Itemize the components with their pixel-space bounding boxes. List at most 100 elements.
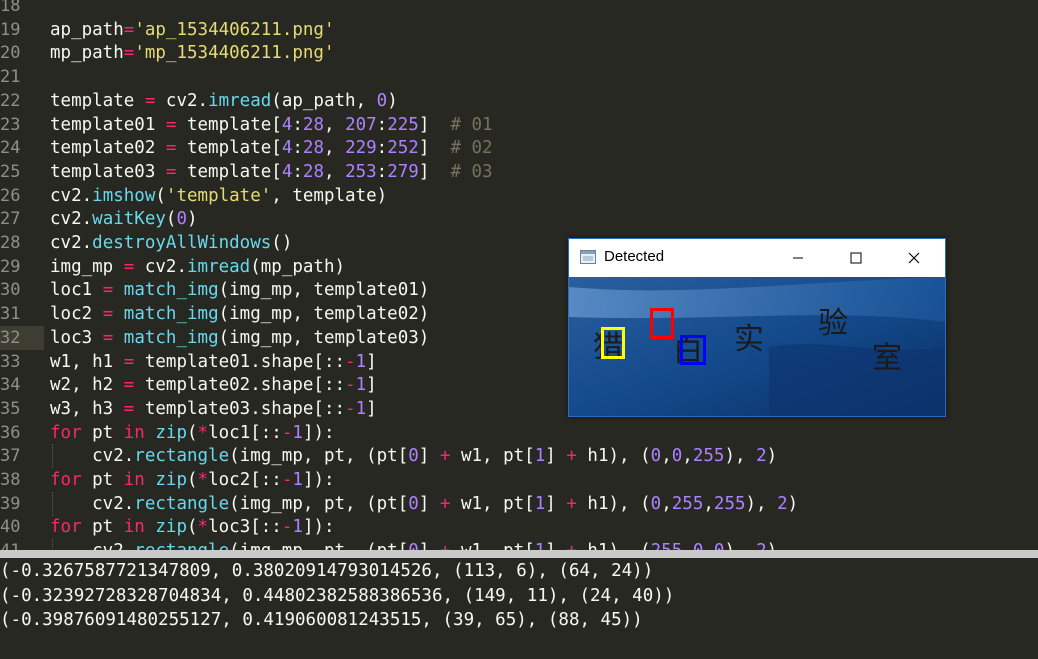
code-token: : <box>376 138 388 159</box>
code-text: for pt in zip(*loc3[::-1]): <box>50 515 335 539</box>
code-token: = <box>102 304 114 325</box>
code-token: 28 <box>302 161 324 182</box>
code-token: = <box>144 90 156 111</box>
code-text: cv2.destroyAllWindows() <box>50 231 292 255</box>
code-token: ] <box>418 138 451 159</box>
code-token: ] <box>419 541 440 550</box>
code-line[interactable]: 26 cv2.imshow('template', template) <box>0 184 1038 208</box>
code-token: match_img <box>123 304 219 325</box>
code-token: 1 <box>535 541 546 550</box>
code-token: 229 <box>345 138 377 159</box>
window-title: Detected <box>604 248 665 265</box>
code-token: ap_path <box>50 19 124 40</box>
code-line[interactable]: 24 template02 = template[4:28, 229:252] #… <box>0 136 1038 160</box>
code-token: , <box>703 541 714 550</box>
line-number: 38 <box>0 470 21 490</box>
code-text: template02 = template[4:28, 229:252] # 0… <box>50 136 493 160</box>
code-line[interactable]: 40 for pt in zip(*loc3[::-1]): <box>0 515 1038 539</box>
line-number: 40 <box>0 517 21 538</box>
window-titlebar[interactable]: Detected <box>569 239 945 277</box>
code-token: 255 <box>651 541 683 550</box>
code-token: img_mp <box>50 256 124 277</box>
code-token: w2, h2 <box>50 375 124 396</box>
code-text: w3, h3 = template03.shape[::-1] <box>50 397 377 421</box>
code-token: cv2. <box>134 256 187 277</box>
code-line[interactable]: 23 template01 = template[4:28, 207:225] #… <box>0 113 1038 137</box>
code-token: template01.shape[:: <box>134 351 346 372</box>
code-token: ] <box>366 398 377 419</box>
code-line[interactable]: 18 <box>0 0 1038 18</box>
code-token: 4 <box>281 161 293 182</box>
line-number: 26 <box>0 185 21 206</box>
detected-image: 猎 白 实 验 室 <box>569 277 945 416</box>
code-token: 28 <box>302 114 324 135</box>
code-token: 279 <box>387 161 419 182</box>
code-line[interactable]: 22 template = cv2.imread(ap_path, 0) <box>0 89 1038 113</box>
line-number: 34 <box>0 375 21 396</box>
code-line[interactable]: 39 cv2.rectangle(img_mp, pt, (pt[0] + w1… <box>0 491 1038 516</box>
code-line[interactable]: 21 <box>0 65 1038 89</box>
code-token: = <box>123 43 135 64</box>
minimize-button[interactable] <box>775 239 821 277</box>
maximize-button[interactable] <box>833 239 879 277</box>
line-number: 20 <box>0 43 21 64</box>
code-text: template03 = template[4:28, 253:279] # 0… <box>50 160 493 184</box>
line-number: 19 <box>0 19 21 40</box>
pane-divider[interactable] <box>0 550 1038 558</box>
code-token: rectangle <box>134 493 230 514</box>
maximize-icon <box>850 252 862 264</box>
code-token: ) <box>187 209 198 230</box>
code-text: loc1 = match_img(img_mp, template01) <box>50 278 429 302</box>
code-token: = <box>102 280 114 301</box>
code-token: 2 <box>756 541 767 550</box>
code-line[interactable]: 27 cv2.waitKey(0) <box>0 207 1038 231</box>
close-button[interactable] <box>891 239 937 277</box>
code-token: 2 <box>756 446 767 467</box>
code-token: 28 <box>302 138 324 159</box>
code-token: zip <box>155 422 187 443</box>
code-token: ) <box>387 90 398 111</box>
line-number: 27 <box>0 209 21 230</box>
code-token: : <box>376 161 388 182</box>
code-token: template[ <box>176 114 282 135</box>
code-token: (img_mp, template02) <box>218 304 430 325</box>
code-token: 1 <box>355 351 367 372</box>
code-line[interactable]: 32 loc3 = match_img(img_mp, template03) <box>0 325 429 350</box>
code-token: w1, pt[ <box>450 541 535 550</box>
code-token: 0 <box>693 541 704 550</box>
code-line[interactable]: 20 mp_path='mp_1534406211.png' <box>0 41 1038 65</box>
code-token: mp_path <box>50 43 124 64</box>
code-token: 225 <box>387 114 419 135</box>
code-token: ) <box>766 446 778 467</box>
code-line[interactable]: 19 ap_path='ap_1534406211.png' <box>0 18 1038 42</box>
code-line[interactable]: 25 template03 = template[4:28, 253:279] #… <box>0 160 1038 184</box>
code-line[interactable]: 41 cv2.rectangle(img_mp, pt, (pt[0] + w1… <box>0 539 1038 550</box>
code-token: , template) <box>271 185 388 206</box>
code-text: ap_path='ap_1534406211.png' <box>50 18 335 42</box>
code-token: + <box>566 446 577 467</box>
code-token: (ap_path, <box>271 90 377 111</box>
code-token: template <box>50 90 145 111</box>
code-token: 0 <box>408 446 419 467</box>
output-console: (-0.3267587721347809, 0.3802091479301452… <box>0 558 1038 659</box>
code-token: = <box>102 327 114 348</box>
code-token: : <box>292 138 303 159</box>
captcha-char-5: 室 <box>872 341 902 376</box>
code-token: h1), ( <box>576 493 651 514</box>
code-token: ), <box>724 446 757 467</box>
code-token: imread <box>208 90 272 111</box>
line-number: 22 <box>0 90 21 111</box>
code-line[interactable]: 37 cv2.rectangle(img_mp, pt, (pt[0] + w1… <box>0 444 1038 469</box>
code-token: 2 <box>777 493 788 514</box>
code-token: 1 <box>292 422 303 443</box>
detected-window[interactable]: Detected 猎 白 实 验 室 <box>568 238 946 417</box>
code-line[interactable]: 38 for pt in zip(*loc2[::-1]): <box>0 468 1038 492</box>
code-token: # 02 <box>450 138 493 159</box>
code-token: - <box>281 470 293 490</box>
code-text: cv2.rectangle(img_mp, pt, (pt[0] + w1, p… <box>50 539 777 550</box>
code-token: = <box>123 375 135 396</box>
code-line[interactable]: 36 for pt in zip(*loc1[::-1]): <box>0 421 1038 445</box>
line-number: 36 <box>0 422 21 443</box>
code-token: loc2[:: <box>208 470 282 490</box>
